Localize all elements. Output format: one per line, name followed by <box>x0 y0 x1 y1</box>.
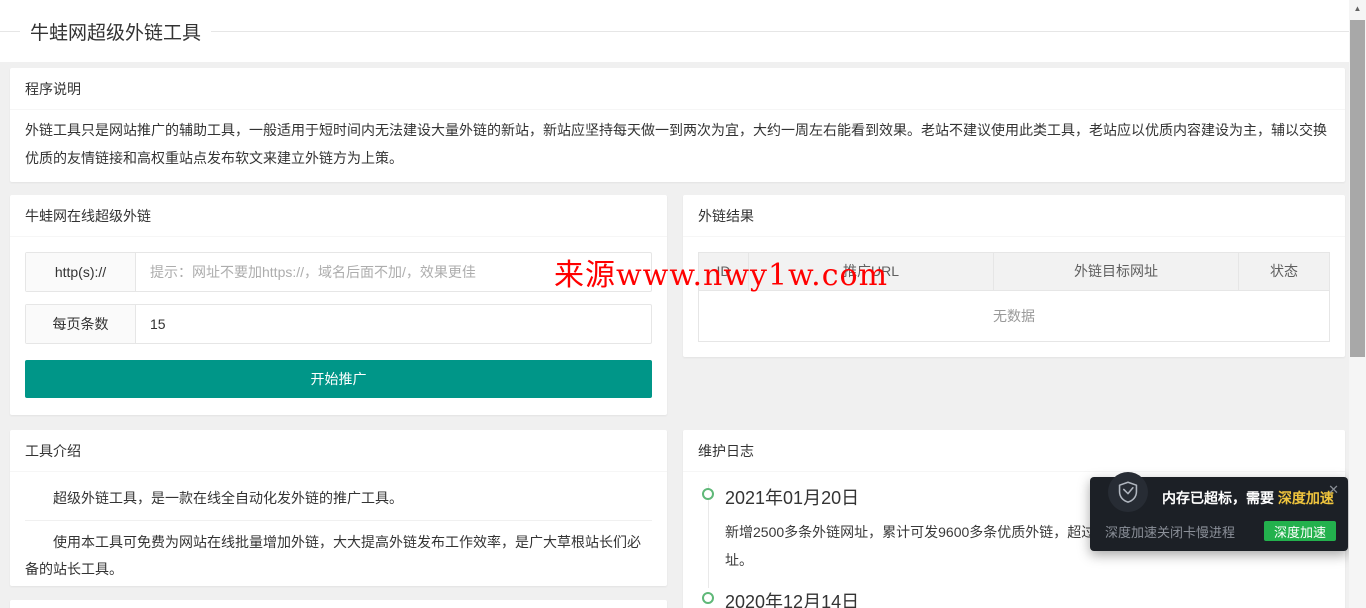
tool-intro-card: 工具介绍 超级外链工具，是一款在线全自动化发外链的推广工具。 使用本工具可免费为… <box>10 430 667 586</box>
link-form-card: 牛蛙网在线超级外链 http(s):// 每页条数 开始推广 <box>10 195 667 415</box>
timeline-dot-icon <box>702 592 714 604</box>
deep-accelerate-button[interactable]: 深度加速 <box>1264 521 1336 541</box>
close-icon[interactable]: ✕ <box>1328 483 1339 496</box>
title-divider-right <box>211 31 1366 32</box>
program-description-text: 外链工具只是网站推广的辅助工具，一般适用于短时间内无法建设大量外链的新站，新站应… <box>10 110 1345 182</box>
memory-alert-popup: 内存已超标，需要 深度加速 ✕ 深度加速关闭卡慢进程 深度加速 <box>1090 477 1348 551</box>
timeline-dot-icon <box>702 488 714 500</box>
column-header-status: 状态 <box>1239 253 1329 290</box>
title-divider-left <box>0 31 20 32</box>
results-table: ID 推广URL 外链目标网址 状态 无数据 <box>698 252 1330 342</box>
scroll-up-icon: ▲ <box>1354 4 1362 13</box>
shield-icon <box>1115 479 1141 505</box>
scrollbar: ▲ <box>1349 0 1366 608</box>
empty-table-message: 无数据 <box>699 291 1329 341</box>
tool-intro-paragraph-1: 超级外链工具，是一款在线全自动化发外链的推广工具。 <box>25 484 652 512</box>
tool-intro-header: 工具介绍 <box>10 430 667 472</box>
url-input-label: http(s):// <box>26 253 136 291</box>
intro-divider <box>25 520 652 521</box>
column-header-target-url: 外链目标网址 <box>994 253 1239 290</box>
url-input-group: http(s):// <box>25 252 652 292</box>
scrollbar-up-button[interactable]: ▲ <box>1349 0 1366 17</box>
scrollbar-thumb[interactable] <box>1350 20 1365 357</box>
url-input[interactable] <box>136 253 651 291</box>
popup-title: 内存已超标，需要 深度加速 <box>1162 488 1334 508</box>
timeline-date: 2020年12月14日 <box>725 588 1330 608</box>
popup-bottom-row: 深度加速关闭卡慢进程 深度加速 <box>1105 521 1336 541</box>
program-description-header: 程序说明 <box>10 68 1345 110</box>
results-card: 外链结果 ID 推广URL 外链目标网址 状态 无数据 <box>683 195 1345 357</box>
maintenance-log-header: 维护日志 <box>683 430 1345 472</box>
page-header: 牛蛙网超级外链工具 <box>0 0 1366 62</box>
results-table-head: ID 推广URL 外链目标网址 状态 <box>699 253 1329 291</box>
program-description-card: 程序说明 外链工具只是网站推广的辅助工具，一般适用于短时间内无法建设大量外链的新… <box>10 68 1345 182</box>
per-page-input-group: 每页条数 <box>25 304 652 344</box>
start-promotion-button[interactable]: 开始推广 <box>25 360 652 398</box>
popup-title-text: 内存已超标，需要 <box>1162 490 1278 506</box>
popup-badge <box>1108 472 1148 512</box>
popup-subtitle: 深度加速关闭卡慢进程 <box>1105 522 1235 541</box>
field-title: 牛蛙网超级外链工具 <box>0 12 1366 50</box>
column-header-promo-url: 推广URL <box>749 253 994 290</box>
popup-title-accent-link[interactable]: 深度加速 <box>1278 490 1334 506</box>
tool-intro-paragraph-2: 使用本工具可免费为网站在线批量增加外链，大大提高外链发布工作效率，是广大草根站长… <box>25 529 652 583</box>
per-page-input[interactable] <box>136 305 651 343</box>
page-title: 牛蛙网超级外链工具 <box>20 18 211 45</box>
timeline-entry: 2020年12月14日 <box>708 588 1330 608</box>
row-form-results: 牛蛙网在线超级外链 http(s):// 每页条数 开始推广 <box>10 195 1345 415</box>
next-card-partial <box>10 600 667 608</box>
results-header: 外链结果 <box>683 195 1345 237</box>
link-form-header: 牛蛙网在线超级外链 <box>10 195 667 237</box>
per-page-label: 每页条数 <box>26 305 136 343</box>
column-header-id: ID <box>699 253 749 290</box>
